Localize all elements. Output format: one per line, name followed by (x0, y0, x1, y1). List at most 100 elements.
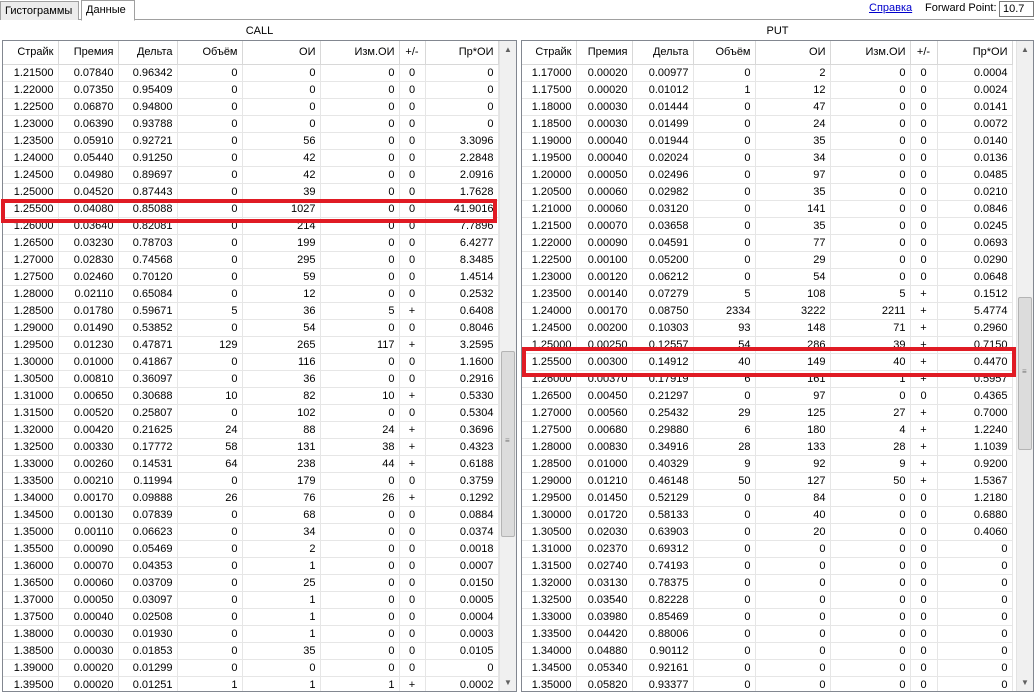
put-table-row[interactable]: 1.22000 0.00090 0.04591 0 77 0 0 0.0693 (522, 234, 1013, 252)
tab-data[interactable]: Данные (81, 0, 135, 21)
call-table-row[interactable]: 1.22500 0.06870 0.94800 0 0 0 0 0 (3, 98, 499, 116)
call-table-row[interactable]: 1.29500 0.01230 0.47871 129 265 117 +3.2595 (3, 336, 499, 354)
put-table-row[interactable]: 1.25000 0.00250 0.12557 54 286 39 +0.7150 (522, 336, 1013, 354)
call-column-header[interactable]: Объём (177, 41, 243, 65)
put-table-row[interactable]: 1.29000 0.01210 0.46148 50 127 50 +1.5367 (522, 472, 1013, 490)
call-column-header[interactable]: +/- (399, 41, 426, 65)
put-table-row[interactable]: 1.19500 0.00040 0.02024 0 34 0 0 0.0136 (522, 149, 1013, 167)
call-scrollbar-thumb[interactable]: ≡ (501, 351, 515, 537)
call-table-row[interactable]: 1.23000 0.06390 0.93788 0 0 0 0 0 (3, 115, 499, 133)
call-table-row[interactable]: 1.38000 0.00030 0.01930 0 1 0 0 0.0003 (3, 625, 499, 643)
call-table-row[interactable]: 1.26500 0.03230 0.78703 0 199 0 0 6.4277 (3, 234, 499, 252)
forward-point-input[interactable] (999, 1, 1034, 17)
put-table-row[interactable]: 1.32500 0.03540 0.82228 0 0 0 0 0 (522, 591, 1013, 609)
call-table-row[interactable]: 1.32500 0.00330 0.17772 58 131 38 +0.4323 (3, 438, 499, 456)
put-table-row[interactable]: 1.34500 0.05340 0.92161 0 0 0 0 0 (522, 659, 1013, 677)
call-column-header[interactable]: Изм.ОИ (320, 41, 400, 65)
put-table-row[interactable]: 1.26000 0.00370 0.17919 6 161 1 +0.5957 (522, 370, 1013, 388)
call-column-header[interactable]: Премия (58, 41, 119, 65)
put-table-row[interactable]: 1.24500 0.00200 0.10303 93 148 71 +0.2960 (522, 319, 1013, 337)
call-table-row[interactable]: 1.35000 0.00110 0.06623 0 34 0 0 0.0374 (3, 523, 499, 541)
put-column-header[interactable]: Дельта (632, 41, 694, 65)
put-column-header[interactable]: Изм.ОИ (830, 41, 911, 65)
call-table-row[interactable]: 1.30000 0.01000 0.41867 0 116 0 0 1.1600 (3, 353, 499, 371)
call-table-row[interactable]: 1.21500 0.07840 0.96342 0 0 0 0 0 (3, 64, 499, 82)
put-table-row[interactable]: 1.21000 0.00060 0.03120 0 141 0 0 0.0846 (522, 200, 1013, 218)
call-table-row[interactable]: 1.31500 0.00520 0.25807 0 102 0 0 0.5304 (3, 404, 499, 422)
call-table-row[interactable]: 1.23500 0.05910 0.92721 0 56 0 0 3.3096 (3, 132, 499, 150)
call-table-row[interactable]: 1.26000 0.03640 0.82081 0 214 0 0 7.7896 (3, 217, 499, 235)
call-table-row[interactable]: 1.27000 0.02830 0.74568 0 295 0 0 8.3485 (3, 251, 499, 269)
put-column-header[interactable]: +/- (910, 41, 938, 65)
put-table-row[interactable]: 1.17000 0.00020 0.00977 0 2 0 0 0.0004 (522, 64, 1013, 82)
put-table-row[interactable]: 1.29500 0.01450 0.52129 0 84 0 0 1.2180 (522, 489, 1013, 507)
scroll-up-arrow-icon[interactable]: ▲ (500, 41, 516, 58)
call-column-header[interactable]: Дельта (118, 41, 178, 65)
put-table-row[interactable]: 1.18000 0.00030 0.01444 0 47 0 0 0.0141 (522, 98, 1013, 116)
call-scrollbar[interactable]: ▲ ≡ ▼ (499, 41, 516, 691)
put-table-row[interactable]: 1.21500 0.00070 0.03658 0 35 0 0 0.0245 (522, 217, 1013, 235)
call-table-row[interactable]: 1.30500 0.00810 0.36097 0 36 0 0 0.2916 (3, 370, 499, 388)
call-table-row[interactable]: 1.34500 0.00130 0.07839 0 68 0 0 0.0884 (3, 506, 499, 524)
call-column-header[interactable]: Страйк (3, 41, 59, 65)
scroll-up-arrow-icon[interactable]: ▲ (1017, 41, 1033, 58)
put-table-row[interactable]: 1.30500 0.02030 0.63903 0 20 0 0 0.4060 (522, 523, 1013, 541)
scroll-down-arrow-icon[interactable]: ▼ (500, 674, 516, 691)
put-table-row[interactable]: 1.23000 0.00120 0.06212 0 54 0 0 0.0648 (522, 268, 1013, 286)
call-table-row[interactable]: 1.28500 0.01780 0.59671 5 36 5 +0.6408 (3, 302, 499, 320)
call-table-row[interactable]: 1.37000 0.00050 0.03097 0 1 0 0 0.0005 (3, 591, 499, 609)
put-column-header[interactable]: Объём (693, 41, 756, 65)
put-table-row[interactable]: 1.24000 0.00170 0.08750 2334 3222 2211 +5.4774 (522, 302, 1013, 320)
put-table-row[interactable]: 1.19000 0.00040 0.01944 0 35 0 0 0.0140 (522, 132, 1013, 150)
call-table-row[interactable]: 1.36000 0.00070 0.04353 0 1 0 0 0.0007 (3, 557, 499, 575)
put-table-row[interactable]: 1.35000 0.05820 0.93377 0 0 0 0 0 (522, 676, 1013, 691)
call-table-row[interactable]: 1.29000 0.01490 0.53852 0 54 0 0 0.8046 (3, 319, 499, 337)
call-table-row[interactable]: 1.33500 0.00210 0.11994 0 179 0 0 0.3759 (3, 472, 499, 490)
put-table-row[interactable]: 1.31000 0.02370 0.69312 0 0 0 0 0 (522, 540, 1013, 558)
put-column-header[interactable]: Пр*ОИ (937, 41, 1013, 65)
put-table-row[interactable]: 1.26500 0.00450 0.21297 0 97 0 0 0.4365 (522, 387, 1013, 405)
put-table-row[interactable]: 1.32000 0.03130 0.78375 0 0 0 0 0 (522, 574, 1013, 592)
call-table-row[interactable]: 1.39000 0.00020 0.01299 0 0 0 0 0 (3, 659, 499, 677)
call-table-row[interactable]: 1.24500 0.04980 0.89697 0 42 0 0 2.0916 (3, 166, 499, 184)
call-column-header[interactable]: Пр*ОИ (425, 41, 499, 65)
call-table-row[interactable]: 1.33000 0.00260 0.14531 64 238 44 +0.6188 (3, 455, 499, 473)
call-table-row[interactable]: 1.34000 0.00170 0.09888 26 76 26 +0.1292 (3, 489, 499, 507)
call-table-row[interactable]: 1.28000 0.02110 0.65084 0 12 0 0 0.2532 (3, 285, 499, 303)
call-table-row[interactable]: 1.39500 0.00020 0.01251 1 1 1 +0.0002 (3, 676, 499, 691)
put-table-row[interactable]: 1.30000 0.01720 0.58133 0 40 0 0 0.6880 (522, 506, 1013, 524)
call-table-row[interactable]: 1.22000 0.07350 0.95409 0 0 0 0 0 (3, 81, 499, 99)
put-column-header[interactable]: Премия (576, 41, 633, 65)
put-table-row[interactable]: 1.31500 0.02740 0.74193 0 0 0 0 0 (522, 557, 1013, 575)
put-table-row[interactable]: 1.18500 0.00030 0.01499 0 24 0 0 0.0072 (522, 115, 1013, 133)
put-table-row[interactable]: 1.22500 0.00100 0.05200 0 29 0 0 0.0290 (522, 251, 1013, 269)
put-table-row[interactable]: 1.33500 0.04420 0.88006 0 0 0 0 0 (522, 625, 1013, 643)
put-column-header[interactable]: ОИ (755, 41, 831, 65)
scroll-down-arrow-icon[interactable]: ▼ (1017, 674, 1033, 691)
call-table-row[interactable]: 1.32000 0.00420 0.21625 24 88 24 +0.3696 (3, 421, 499, 439)
call-column-header[interactable]: ОИ (242, 41, 321, 65)
put-scrollbar[interactable]: ▲ ≡ ▼ (1016, 41, 1033, 691)
call-table-row[interactable]: 1.37500 0.00040 0.02508 0 1 0 0 0.0004 (3, 608, 499, 626)
call-table-row[interactable]: 1.31000 0.00650 0.30688 10 82 10 +0.5330 (3, 387, 499, 405)
put-table-row[interactable]: 1.34000 0.04880 0.90112 0 0 0 0 0 (522, 642, 1013, 660)
call-table-row[interactable]: 1.24000 0.05440 0.91250 0 42 0 0 2.2848 (3, 149, 499, 167)
call-table-row[interactable]: 1.35500 0.00090 0.05469 0 2 0 0 0.0018 (3, 540, 499, 558)
call-table-row[interactable]: 1.25000 0.04520 0.87443 0 39 0 0 1.7628 (3, 183, 499, 201)
call-table-row[interactable]: 1.36500 0.00060 0.03709 0 25 0 0 0.0150 (3, 574, 499, 592)
put-table-row[interactable]: 1.25500 0.00300 0.14912 40 149 40 +0.4470 (522, 353, 1013, 371)
put-table-row[interactable]: 1.28500 0.01000 0.40329 9 92 9 +0.9200 (522, 455, 1013, 473)
put-table-row[interactable]: 1.27000 0.00560 0.25432 29 125 27 +0.7000 (522, 404, 1013, 422)
put-column-header[interactable]: Страйк (522, 41, 577, 65)
put-table-row[interactable]: 1.20500 0.00060 0.02982 0 35 0 0 0.0210 (522, 183, 1013, 201)
call-table-row[interactable]: 1.27500 0.02460 0.70120 0 59 0 0 1.4514 (3, 268, 499, 286)
put-table-row[interactable]: 1.17500 0.00020 0.01012 1 12 0 0 0.0024 (522, 81, 1013, 99)
put-scrollbar-thumb[interactable]: ≡ (1018, 297, 1032, 450)
put-table-row[interactable]: 1.28000 0.00830 0.34916 28 133 28 +1.1039 (522, 438, 1013, 456)
call-table-row[interactable]: 1.25500 0.04080 0.85088 0 1027 0 0 41.9016 (3, 200, 499, 218)
put-table-row[interactable]: 1.27500 0.00680 0.29880 6 180 4 +1.2240 (522, 421, 1013, 439)
call-table-row[interactable]: 1.38500 0.00030 0.01853 0 35 0 0 0.0105 (3, 642, 499, 660)
put-table-row[interactable]: 1.33000 0.03980 0.85469 0 0 0 0 0 (522, 608, 1013, 626)
tab-histograms[interactable]: Гистограммы (0, 1, 79, 20)
help-link[interactable]: Справка (869, 2, 912, 14)
